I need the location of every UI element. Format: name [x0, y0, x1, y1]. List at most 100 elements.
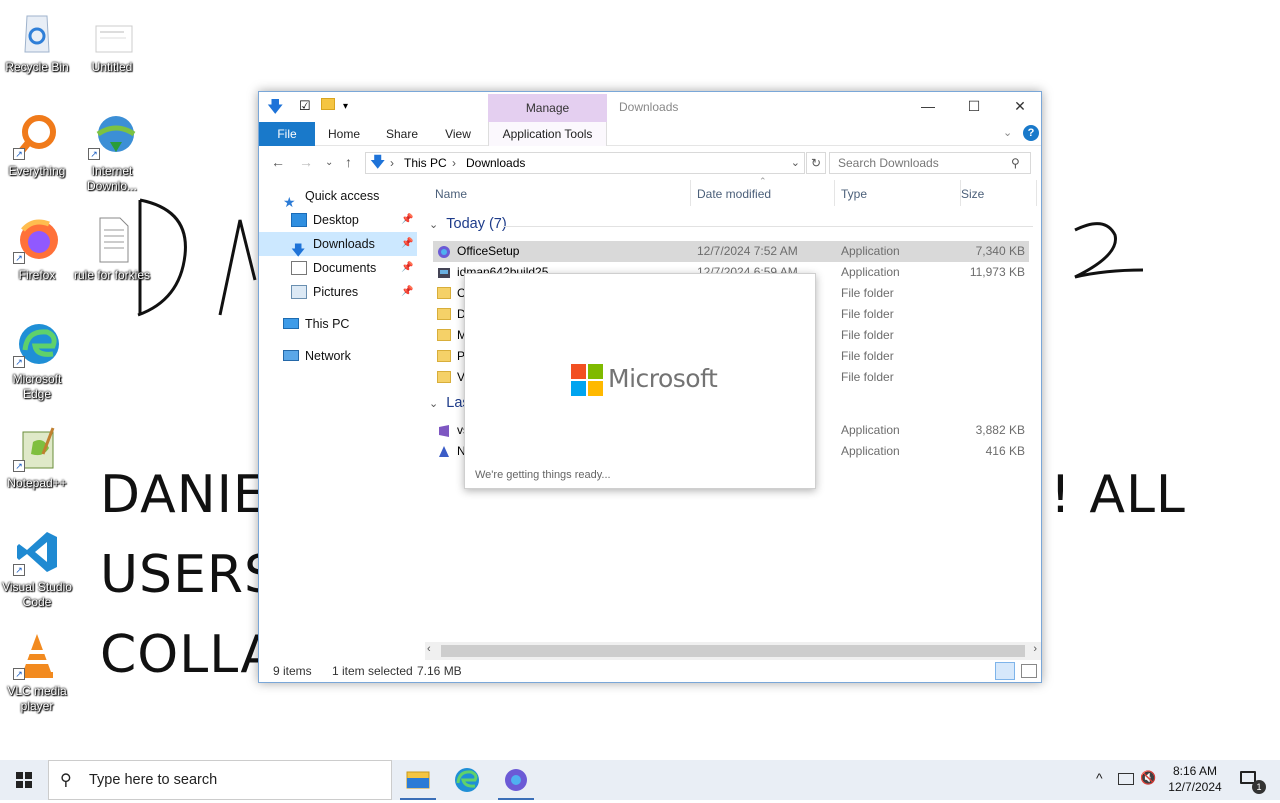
start-button[interactable] [0, 760, 48, 800]
breadcrumb-separator-icon: › [390, 156, 394, 170]
volume-muted-icon[interactable]: 🔇 [1140, 770, 1156, 786]
taskbar-edge[interactable] [443, 760, 491, 800]
search-icon: ⚲ [60, 772, 72, 789]
shortcut-arrow-icon: ↗ [13, 252, 25, 264]
desktop-icon-label: Firefox [18, 268, 56, 282]
quick-access-down-arrow-icon[interactable]: 🡇 [267, 96, 283, 123]
folder-icon [437, 350, 451, 362]
edge-icon [455, 768, 479, 792]
forward-arrow-icon[interactable]: → [299, 154, 313, 170]
back-arrow-icon[interactable]: ← [271, 154, 285, 170]
action-center-button[interactable]: 1 [1232, 760, 1280, 800]
desktop-icon-internet-download-manager[interactable]: ↗ Internet Downlo... [72, 112, 152, 194]
desktop-icon-visual-studio-code[interactable]: ↗ Visual Studio Code [0, 528, 77, 610]
nav-label: Documents [313, 261, 377, 275]
scrollbar-thumb[interactable] [441, 645, 1025, 657]
scroll-left-arrow-icon[interactable]: ‹ [427, 643, 431, 655]
pin-icon[interactable]: 📌 [401, 280, 413, 304]
pin-icon[interactable]: 📌 [401, 256, 413, 280]
refresh-button[interactable]: ↻ [806, 152, 826, 174]
downloads-folder-icon: 🡇 [370, 154, 386, 171]
tab-file[interactable]: File [259, 122, 315, 146]
desktop-icon-firefox[interactable]: ↗ Firefox [0, 216, 77, 283]
address-dropdown-chevron-icon[interactable]: ⌄ [791, 153, 800, 173]
taskbar-clock[interactable]: 8:16 AM 12/7/2024 [1160, 763, 1230, 795]
search-input[interactable]: Search Downloads [829, 152, 1031, 174]
desktop-icon-label: Microsoft Edge [12, 372, 62, 401]
firefox-icon: ↗ [13, 216, 61, 264]
scroll-right-arrow-icon[interactable]: › [1033, 643, 1037, 655]
desktop-scrawl-two [1074, 222, 1144, 279]
breadcrumb-this-pc[interactable]: This PC [404, 153, 447, 173]
taskbar-search-input[interactable]: Type here to search [48, 760, 392, 800]
office-setup-icon [437, 245, 451, 258]
desktop-icon-vlc[interactable]: ↗ VLC media player [0, 632, 77, 714]
file-row-officesetup[interactable]: OfficeSetup 12/7/2024 7:52 AM Applicatio… [433, 241, 1029, 262]
desktop-icon-notepad-plus-plus[interactable]: ↗ Notepad++ [0, 424, 77, 491]
nav-desktop[interactable]: Desktop 📌 [259, 208, 417, 232]
vlc-icon: ↗ [13, 632, 61, 680]
file-size: 416 KB [985, 444, 1025, 458]
file-type: File folder [841, 286, 894, 300]
group-collapse-chevron-icon[interactable]: ⌄ [429, 219, 438, 231]
nav-label: Pictures [313, 285, 359, 299]
desktop-icon-microsoft-edge[interactable]: ↗ Microsoft Edge [0, 320, 77, 402]
breadcrumb-downloads[interactable]: Downloads [466, 153, 525, 173]
customize-quick-access-icon[interactable]: ▾ [343, 101, 348, 112]
address-row: ← → ⌄ ↑ 🡇 › This PC › Downloads ⌄ ↻ Sear… [259, 148, 1041, 178]
document-icon [88, 8, 136, 56]
recent-locations-chevron-icon[interactable]: ⌄ [325, 157, 333, 168]
group-header-today[interactable]: ⌄ Today (7) [429, 216, 1033, 232]
office-setup-icon [505, 769, 527, 791]
file-size: 7,340 KB [975, 244, 1025, 258]
details-view-icon[interactable] [995, 662, 1015, 680]
pin-icon[interactable]: 📌 [401, 232, 413, 256]
nav-this-pc[interactable]: This PC [283, 312, 419, 336]
taskbar-office-setup[interactable] [492, 760, 540, 800]
expand-ribbon-chevron-icon[interactable]: ⌄ [1003, 126, 1012, 139]
address-bar[interactable]: 🡇 › This PC › Downloads ⌄ [365, 152, 805, 174]
desktop-icon-rule-for-forkies[interactable]: rule for forkies [72, 216, 152, 283]
desktop-icon-label: VLC media player [7, 684, 67, 713]
nav-downloads[interactable]: 🡇 Downloads 📌 [259, 232, 417, 258]
file-type: File folder [841, 328, 894, 342]
manage-contextual-tab[interactable]: Manage [488, 94, 607, 122]
title-bar[interactable]: 🡇 ☑ ▾ Manage Downloads — ☐ ✕ [259, 92, 1041, 122]
nav-quick-access[interactable]: ★ Quick access [283, 184, 419, 210]
group-collapse-chevron-icon[interactable]: ⌄ [429, 398, 438, 410]
downloads-icon: 🡇 [291, 241, 306, 258]
folder-icon [437, 329, 451, 341]
desktop-icon-recycle-bin[interactable]: Recycle Bin [0, 8, 77, 75]
desktop-icon-untitled[interactable]: Untitled [72, 8, 152, 75]
show-hidden-icons-chevron-icon[interactable]: ^ [1096, 770, 1103, 786]
column-header-size[interactable]: Size [961, 180, 1037, 206]
nav-documents[interactable]: Documents 📌 [259, 256, 417, 280]
column-header-name[interactable]: Name [435, 180, 691, 206]
large-icons-view-icon[interactable] [1021, 664, 1037, 678]
taskbar-file-explorer[interactable] [394, 760, 442, 800]
up-arrow-icon[interactable]: ↑ [345, 154, 352, 170]
file-type: File folder [841, 370, 894, 384]
network-status-icon[interactable] [1118, 773, 1134, 785]
column-header-type[interactable]: Type [841, 180, 961, 206]
maximize-button[interactable]: ☐ [951, 92, 997, 121]
minimize-button[interactable]: — [905, 92, 951, 121]
new-folder-icon[interactable] [321, 98, 335, 113]
shortcut-arrow-icon: ↗ [13, 356, 25, 368]
nav-network[interactable]: Network [283, 344, 419, 368]
file-type: Application [841, 265, 900, 279]
properties-icon[interactable]: ☑ [299, 98, 311, 114]
tab-share[interactable]: Share [377, 122, 427, 146]
desktop-icon-everything[interactable]: ↗ Everything [0, 112, 77, 179]
close-button[interactable]: ✕ [997, 92, 1043, 121]
desktop-icon-label: Untitled [91, 60, 133, 74]
nav-pictures[interactable]: Pictures 📌 [259, 280, 417, 304]
tab-application-tools[interactable]: Application Tools [488, 122, 607, 146]
microsoft-brand-text: Microsoft [608, 364, 718, 393]
tab-view[interactable]: View [433, 122, 483, 146]
pin-icon[interactable]: 📌 [401, 208, 413, 232]
horizontal-scrollbar[interactable]: ‹ › [425, 642, 1041, 660]
tab-home[interactable]: Home [319, 122, 369, 146]
help-icon[interactable]: ? [1023, 125, 1039, 141]
file-size: 3,882 KB [975, 423, 1025, 437]
